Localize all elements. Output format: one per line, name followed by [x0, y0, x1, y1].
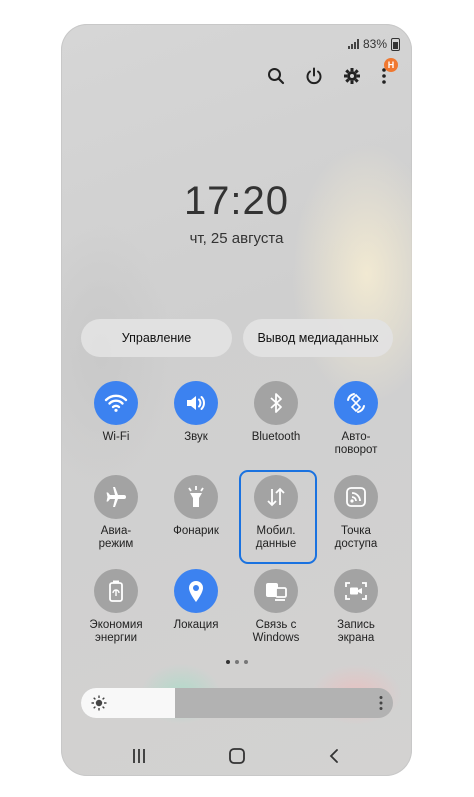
- clock-time: 17:20: [183, 179, 290, 223]
- tile-screen-record[interactable]: Запись экрана: [316, 569, 396, 645]
- tile-flashlight[interactable]: Фонарик: [156, 475, 236, 538]
- tile-label: Локация: [173, 619, 219, 631]
- battery-saver-icon: [94, 569, 138, 613]
- more-vertical-icon[interactable]: H: [380, 58, 398, 86]
- tile-airplane[interactable]: Авиа- режим: [76, 475, 156, 551]
- page-dot: [243, 660, 248, 664]
- page-dot: [225, 660, 230, 664]
- tile-label: Wi-Fi: [102, 431, 130, 443]
- sun-icon: [91, 695, 107, 711]
- gear-icon[interactable]: [342, 66, 362, 86]
- notification-badge: H: [384, 58, 398, 72]
- tile-label: Фонарик: [173, 525, 219, 537]
- tile-label: Звук: [184, 431, 208, 443]
- device-control-button[interactable]: Управление: [81, 319, 232, 357]
- status-bar: 83%: [347, 37, 400, 51]
- navigation-bar: [61, 744, 412, 774]
- hotspot-icon: [334, 475, 378, 519]
- home-icon[interactable]: [225, 744, 249, 768]
- power-icon[interactable]: [304, 66, 324, 86]
- tile-label: Авто- поворот: [334, 431, 378, 456]
- battery-icon: [391, 37, 400, 51]
- tile-sound[interactable]: Звук: [156, 381, 236, 444]
- mobile-data-highlight: [239, 470, 317, 564]
- search-icon[interactable]: [266, 66, 286, 86]
- tile-auto-rotate[interactable]: Авто- поворот: [316, 381, 396, 457]
- tile-label: Экономия энергии: [89, 619, 143, 644]
- brightness-slider[interactable]: [81, 688, 393, 718]
- page-indicator: [61, 660, 412, 664]
- screen-record-icon: [334, 569, 378, 613]
- clock-date: чт, 25 августа: [189, 230, 284, 247]
- battery-percent: 83%: [362, 37, 387, 51]
- brightness-more-icon[interactable]: [379, 695, 383, 711]
- tile-label: Связь с Windows: [252, 619, 300, 644]
- back-icon[interactable]: [322, 744, 346, 768]
- tile-location[interactable]: Локация: [156, 569, 236, 632]
- media-output-button[interactable]: Вывод медиаданных: [243, 319, 393, 357]
- speaker-icon: [174, 381, 218, 425]
- tile-link-to-windows[interactable]: Связь с Windows: [236, 569, 316, 645]
- phone-screen: 83% H 17:20 чт, 25 августа Управление Вы…: [61, 24, 412, 776]
- location-icon: [174, 569, 218, 613]
- tile-label: Запись экрана: [337, 619, 375, 644]
- top-actions: H: [266, 58, 398, 86]
- tile-wifi[interactable]: Wi-Fi: [76, 381, 156, 444]
- wifi-icon: [94, 381, 138, 425]
- tile-label: Авиа- режим: [98, 525, 134, 550]
- airplane-icon: [94, 475, 138, 519]
- tile-bluetooth[interactable]: Bluetooth: [236, 381, 316, 444]
- tile-hotspot[interactable]: Точка доступа: [316, 475, 396, 551]
- flashlight-icon: [174, 475, 218, 519]
- tile-power-saving[interactable]: Экономия энергии: [76, 569, 156, 645]
- bluetooth-icon: [254, 381, 298, 425]
- recents-icon[interactable]: [127, 744, 151, 768]
- tile-label: Точка доступа: [334, 525, 378, 550]
- link-to-windows-icon: [254, 569, 298, 613]
- tile-label: Bluetooth: [251, 431, 301, 443]
- page-dot: [234, 660, 239, 664]
- signal-icon: [347, 39, 359, 49]
- auto-rotate-icon: [334, 381, 378, 425]
